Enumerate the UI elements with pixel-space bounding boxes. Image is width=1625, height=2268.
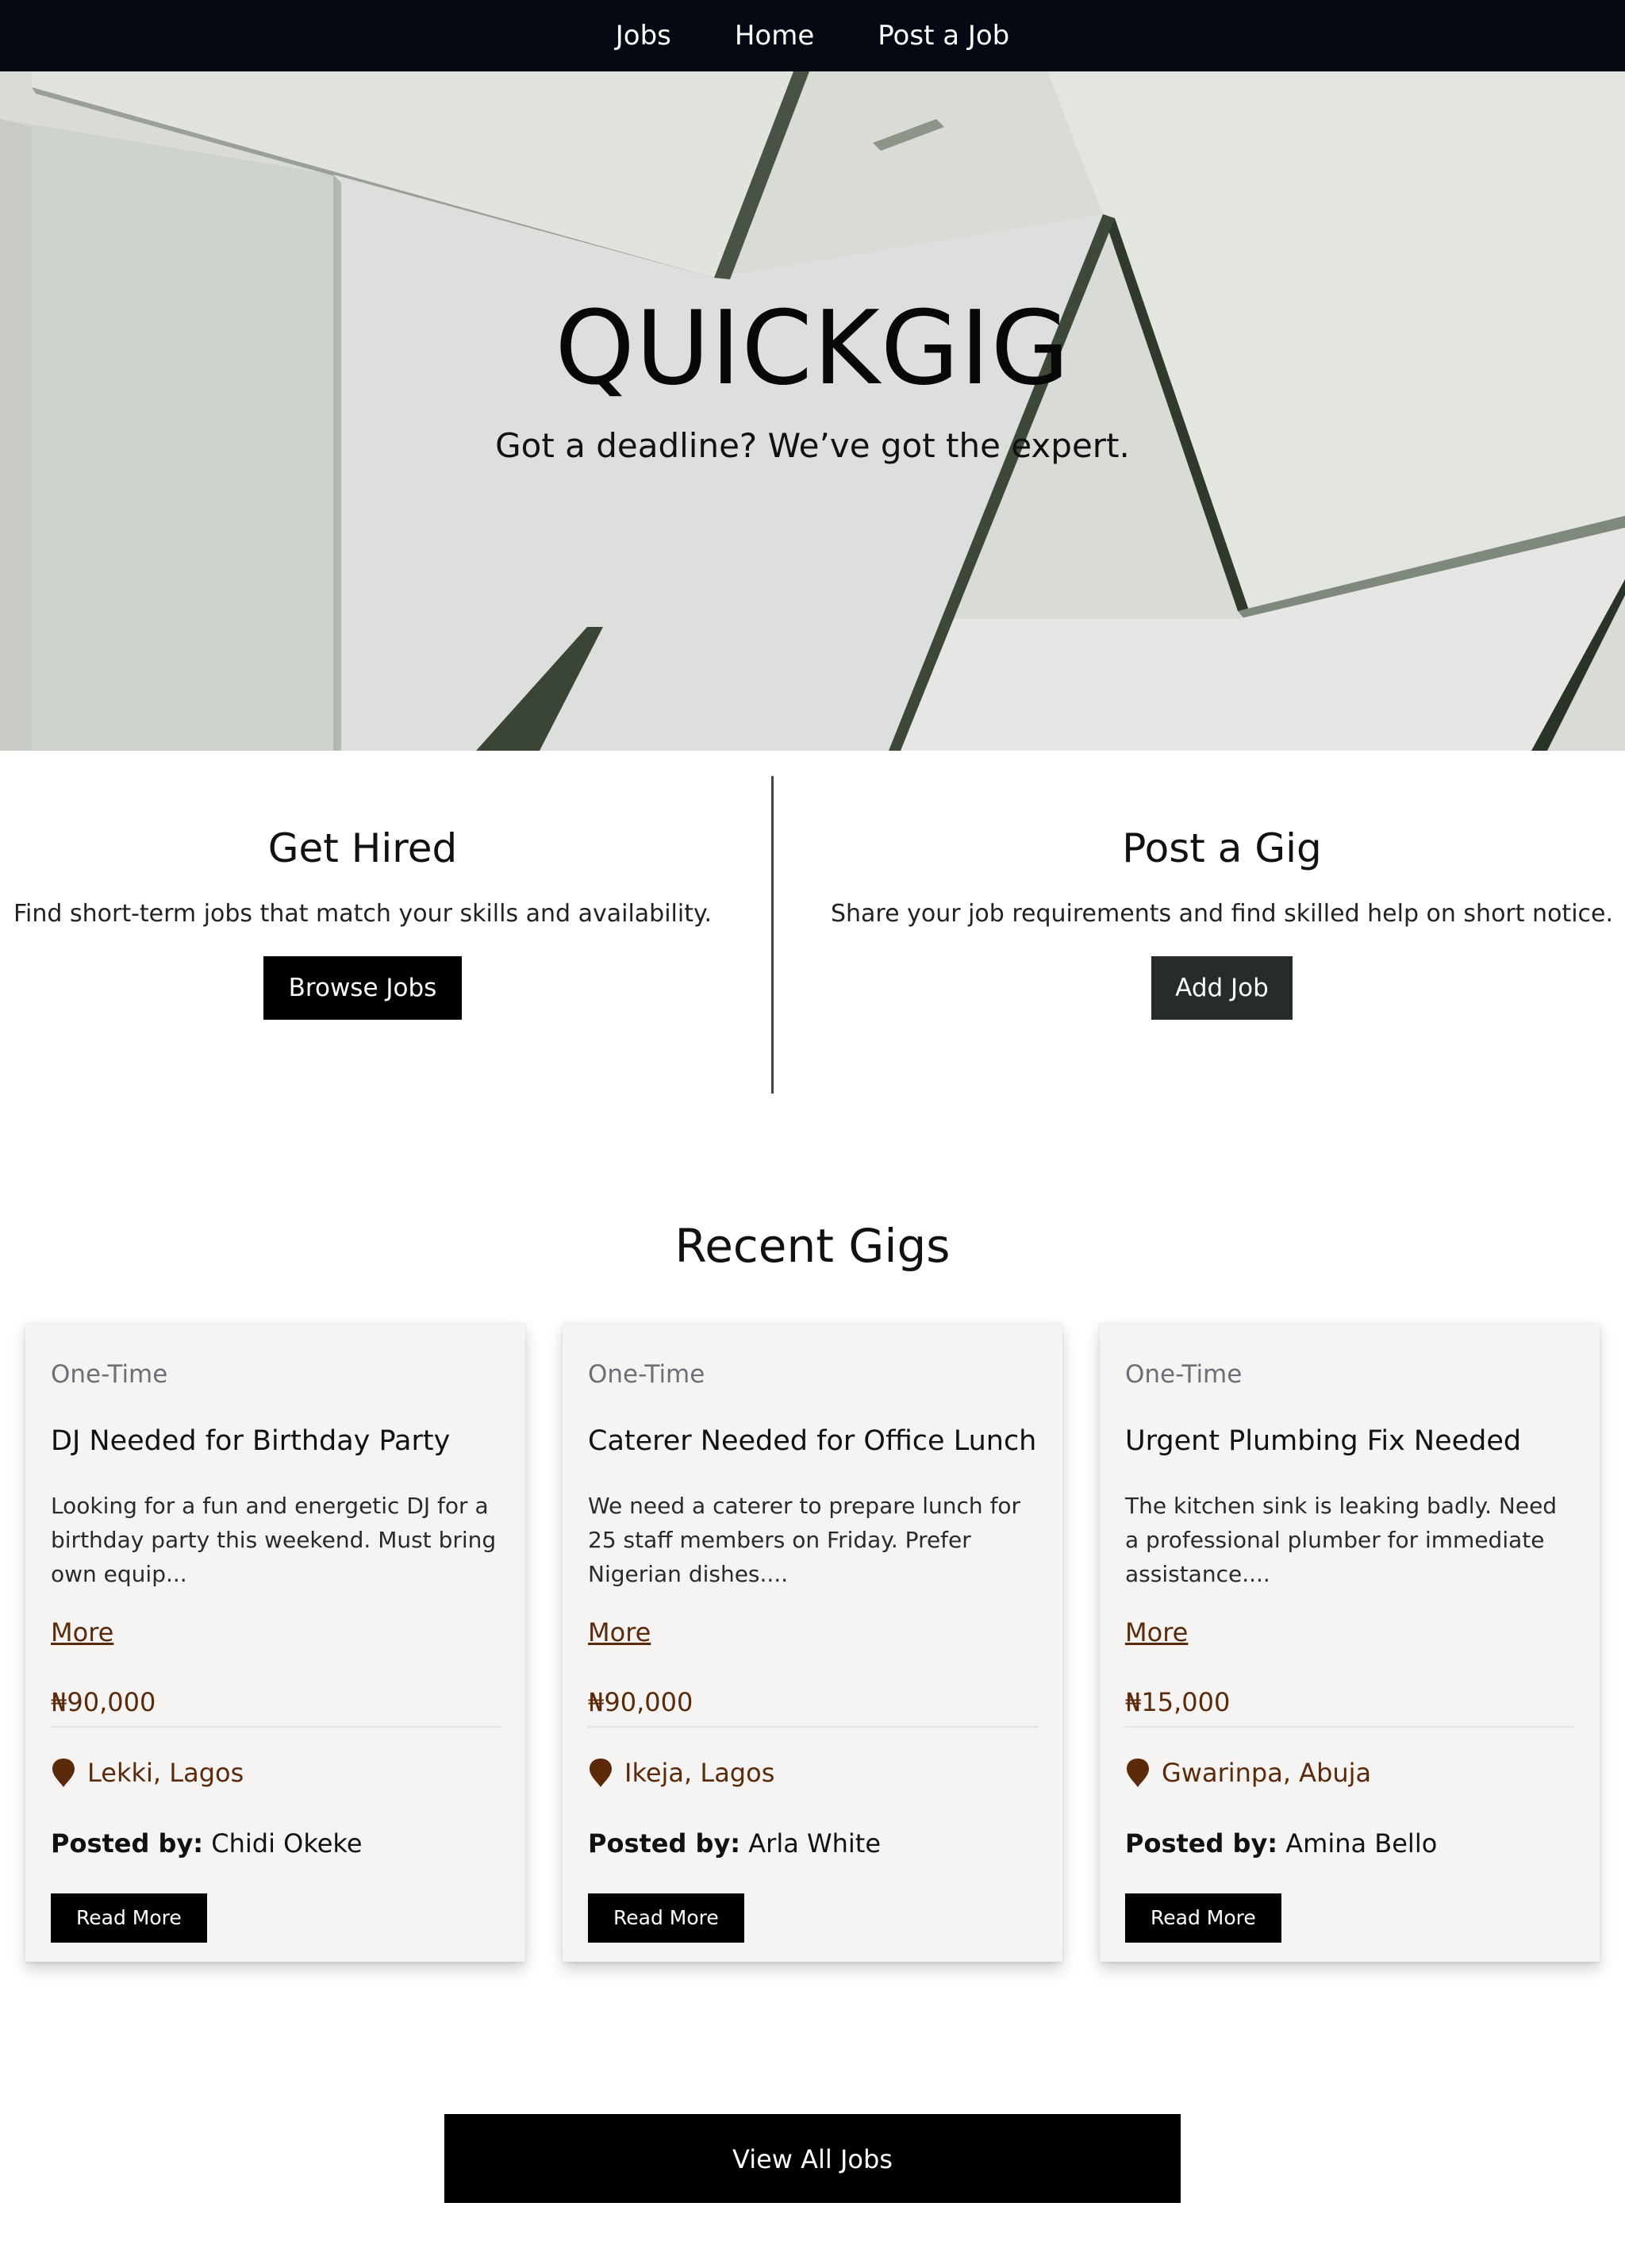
hero-banner: QUICKGIG Got a deadline? We’ve got the e… xyxy=(0,71,1625,751)
card-divider xyxy=(51,1726,501,1728)
post-gig-panel: Post a Gig Share your job requirements a… xyxy=(817,825,1625,1020)
post-gig-heading: Post a Gig xyxy=(1122,825,1322,871)
gig-more-link[interactable]: More xyxy=(51,1617,113,1647)
gig-card: One-Time Caterer Needed for Office Lunch… xyxy=(563,1322,1062,1962)
gig-title: Urgent Plumbing Fix Needed xyxy=(1125,1425,1522,1457)
hero-background-image xyxy=(0,71,1625,751)
read-more-button[interactable]: Read More xyxy=(588,1893,744,1943)
add-job-button[interactable]: Add Job xyxy=(1151,956,1293,1020)
gig-more-link[interactable]: More xyxy=(1125,1617,1188,1647)
gig-poster: Posted by: Arla White xyxy=(588,1828,881,1859)
get-hired-heading: Get Hired xyxy=(267,825,458,871)
get-hired-text: Find short-term jobs that match your ski… xyxy=(13,900,713,928)
get-hired-panel: Get Hired Find short-term jobs that matc… xyxy=(0,825,725,1020)
gig-description: Looking for a fun and energetic DJ for a… xyxy=(51,1493,497,1587)
gig-more-link[interactable]: More xyxy=(588,1617,651,1647)
card-divider xyxy=(588,1726,1039,1728)
nav-link-home[interactable]: Home xyxy=(735,20,814,52)
gig-price: ₦15,000 xyxy=(1125,1687,1231,1717)
gig-type-label: One-Time xyxy=(51,1360,168,1389)
gig-description: The kitchen sink is leaking badly. Need … xyxy=(1125,1493,1558,1587)
gig-location: Gwarinpa, Abuja xyxy=(1125,1757,1371,1789)
card-divider xyxy=(1125,1726,1576,1728)
posted-by-label: Posted by: xyxy=(1125,1828,1278,1859)
view-all-jobs-button[interactable]: View All Jobs xyxy=(444,2114,1181,2203)
posted-by-name: Arla White xyxy=(748,1828,882,1859)
gig-title: DJ Needed for Birthday Party xyxy=(51,1425,451,1457)
gig-price: ₦90,000 xyxy=(588,1687,693,1717)
gig-type-label: One-Time xyxy=(588,1360,705,1389)
post-gig-text: Share your job requirements and find ski… xyxy=(830,900,1614,928)
nav-link-jobs[interactable]: Jobs xyxy=(616,20,671,52)
top-nav: Jobs Home Post a Job xyxy=(0,0,1625,71)
gig-location-text: Ikeja, Lagos xyxy=(624,1758,775,1788)
gig-description: We need a caterer to prepare lunch for 2… xyxy=(588,1493,1021,1587)
gig-poster: Posted by: Chidi Okeke xyxy=(51,1828,363,1859)
recent-gigs-title: Recent Gigs xyxy=(674,1219,951,1273)
gig-poster: Posted by: Amina Bello xyxy=(1125,1828,1437,1859)
gig-title: Caterer Needed for Office Lunch xyxy=(588,1425,1037,1457)
read-more-button[interactable]: Read More xyxy=(51,1893,207,1943)
gig-price: ₦90,000 xyxy=(51,1687,156,1717)
posted-by-label: Posted by: xyxy=(588,1828,741,1859)
gig-card: One-Time Urgent Plumbing Fix Needed The … xyxy=(1100,1322,1600,1962)
posted-by-name: Amina Bello xyxy=(1285,1828,1438,1859)
nav-link-post-a-job[interactable]: Post a Job xyxy=(878,20,1009,52)
gig-location-text: Gwarinpa, Abuja xyxy=(1162,1758,1372,1788)
section-divider xyxy=(771,776,774,1094)
map-pin-icon xyxy=(52,1759,75,1787)
hero-title: QUICKGIG xyxy=(555,290,1070,408)
gig-location: Ikeja, Lagos xyxy=(588,1757,774,1789)
browse-jobs-button[interactable]: Browse Jobs xyxy=(263,956,463,1020)
read-more-button[interactable]: Read More xyxy=(1125,1893,1281,1943)
posted-by-name: Chidi Okeke xyxy=(211,1828,363,1859)
map-pin-icon xyxy=(590,1759,612,1787)
gig-card: One-Time DJ Needed for Birthday Party Lo… xyxy=(25,1322,525,1962)
posted-by-label: Posted by: xyxy=(51,1828,204,1859)
map-pin-icon xyxy=(1127,1759,1149,1787)
gig-location-text: Lekki, Lagos xyxy=(87,1758,244,1788)
gig-location: Lekki, Lagos xyxy=(51,1757,244,1789)
hero-tagline: Got a deadline? We’ve got the expert. xyxy=(495,426,1130,465)
gig-type-label: One-Time xyxy=(1125,1360,1243,1389)
